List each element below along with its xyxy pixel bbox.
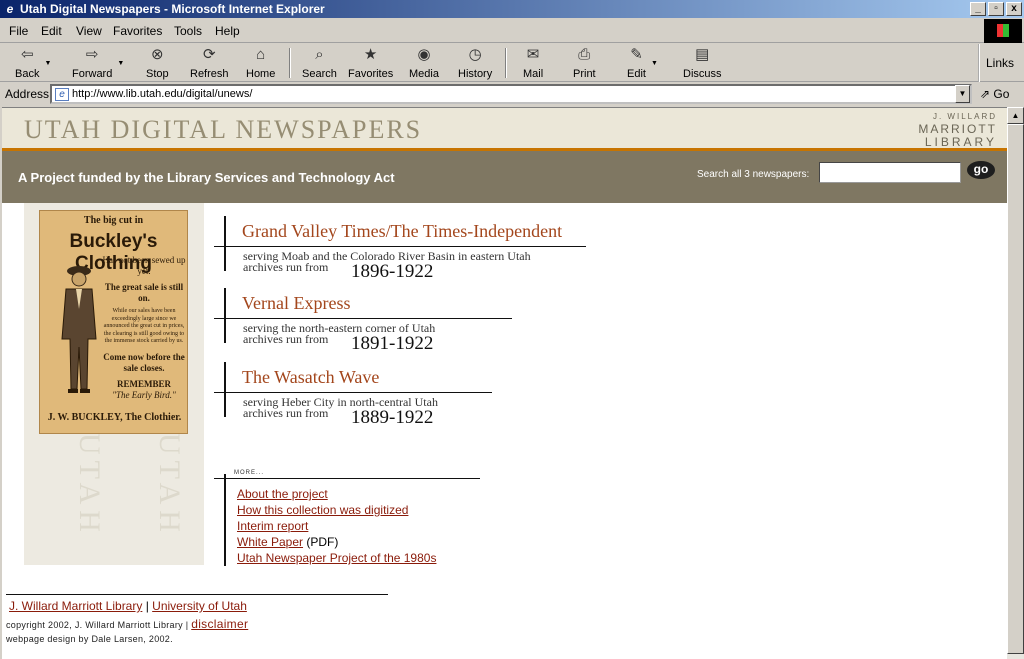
page-header: UTAH DIGITAL NEWSPAPERS J. WILLARD MARRI… — [2, 108, 1007, 148]
address-dropdown-button[interactable]: ▼ — [955, 85, 970, 103]
newspaper-project-1980s-link[interactable]: Utah Newspaper Project of the 1980s — [237, 551, 436, 565]
go-button[interactable]: ⇗ Go — [980, 87, 1009, 101]
maximize-button[interactable]: ▫ — [988, 2, 1004, 16]
newspaper-title-link[interactable]: The Wasatch Wave — [242, 367, 379, 388]
back-arrow-icon: ⇦ — [20, 46, 34, 63]
ie-logo-icon: e — [6, 2, 14, 16]
menu-file[interactable]: File — [9, 24, 28, 38]
marriott-library-link[interactable]: J. Willard Marriott Library — [9, 599, 142, 613]
edit-dropdown-icon[interactable]: ▼ — [651, 60, 658, 67]
minimize-button[interactable]: _ — [970, 2, 986, 16]
favorites-icon: ★ — [363, 46, 378, 63]
page-viewport: UTAH DIGITAL NEWSPAPERS J. WILLARD MARRI… — [2, 107, 1007, 659]
mail-icon: ✉ — [526, 46, 540, 63]
mail-button[interactable]: ✉ Mail — [523, 46, 543, 80]
more-label: MORE... — [234, 470, 265, 476]
forward-button[interactable]: ⇨ Forward ▼ — [72, 46, 124, 80]
project-band: A Project funded by the Library Services… — [2, 151, 1007, 203]
stop-button[interactable]: ⊗ Stop — [146, 46, 169, 80]
page-icon: e — [55, 88, 69, 101]
windows-logo-icon — [984, 19, 1022, 43]
archives-label: archives run from — [243, 260, 329, 274]
list-item: Utah Newspaper Project of the 1980s — [237, 550, 436, 566]
buckley-clothing-advertisement: The big cut in Buckley's Clothing Has no… — [39, 210, 188, 434]
university-of-utah-link[interactable]: University of Utah — [152, 599, 247, 613]
edit-button[interactable]: ✎ Edit ▼ — [627, 46, 658, 80]
pdf-label: (PDF) — [303, 535, 339, 549]
menu-favorites[interactable]: Favorites — [113, 24, 162, 38]
discuss-icon: ▤ — [695, 46, 710, 63]
search-label: Search all 3 newspapers: — [697, 169, 810, 180]
menu-bar: File Edit View Favorites Tools Help — [0, 18, 1024, 43]
address-url: http://www.lib.utah.edu/digital/unews/ — [72, 88, 253, 100]
stop-icon: ⊗ — [151, 46, 164, 63]
edit-icon: ✎ — [630, 46, 643, 63]
address-bar: Address e http://www.lib.utah.edu/digita… — [0, 82, 1024, 106]
about-project-link[interactable]: About the project — [237, 487, 328, 501]
archives-label: archives run from — [243, 406, 329, 420]
menu-edit[interactable]: Edit — [41, 24, 62, 38]
man-in-suit-illustration — [61, 266, 97, 393]
toolbar-separator — [289, 48, 291, 78]
refresh-icon: ⟳ — [202, 46, 216, 63]
history-icon: ◷ — [468, 46, 482, 63]
disclaimer-link[interactable]: disclaimer — [191, 617, 248, 631]
discuss-button[interactable]: ▤ Discuss — [683, 46, 722, 80]
newspaper-title-link[interactable]: Vernal Express — [242, 293, 350, 314]
left-column: UTAH UTAH UTAH UTAH The big cut in Buckl… — [24, 203, 204, 565]
toolbar-separator — [505, 48, 507, 78]
go-arrow-icon: ⇗ — [980, 87, 991, 101]
site-title: UTAH DIGITAL NEWSPAPERS — [24, 115, 423, 144]
newspaper-title-link[interactable]: Grand Valley Times/The Times-Independent — [242, 221, 562, 242]
address-input[interactable]: e http://www.lib.utah.edu/digital/unews/ — [50, 84, 972, 104]
more-links-list: About the project How this collection wa… — [237, 486, 436, 566]
white-paper-link[interactable]: White Paper — [237, 535, 303, 549]
home-button[interactable]: ⌂ Home — [246, 46, 275, 80]
archive-years: 1896-1922 — [351, 261, 434, 282]
search-go-button[interactable]: go — [967, 161, 995, 179]
window-titlebar: e Utah Digital Newspapers - Microsoft In… — [0, 0, 1024, 18]
media-button[interactable]: ◉ Media — [409, 46, 439, 80]
favorites-button[interactable]: ★ Favorites — [348, 46, 393, 80]
list-item: Interim report — [237, 518, 436, 534]
archive-years: 1889-1922 — [351, 407, 434, 428]
scroll-up-button[interactable]: ▲ — [1007, 107, 1024, 124]
project-statement: A Project funded by the Library Services… — [18, 170, 395, 185]
search-button[interactable]: ⌕ Search — [302, 46, 337, 80]
advertisement-text: Has not been sewed up yet. The great sal… — [102, 255, 186, 401]
digitization-link[interactable]: How this collection was digitized — [237, 503, 408, 517]
menu-tools[interactable]: Tools — [174, 24, 202, 38]
back-dropdown-icon[interactable]: ▼ — [45, 60, 52, 67]
history-button[interactable]: ◷ History — [458, 46, 492, 80]
marriott-library-logo[interactable]: J. WILLARD MARRIOTT LIBRARY — [918, 113, 997, 149]
list-item: How this collection was digitized — [237, 502, 436, 518]
list-item: About the project — [237, 486, 436, 502]
close-button[interactable]: x — [1006, 2, 1022, 16]
home-icon: ⌂ — [256, 46, 266, 63]
list-item: White Paper (PDF) — [237, 534, 436, 550]
menu-help[interactable]: Help — [215, 24, 240, 38]
window-title: Utah Digital Newspapers - Microsoft Inte… — [20, 2, 325, 16]
menu-view[interactable]: View — [76, 24, 102, 38]
printer-icon: ⎙ — [578, 46, 591, 63]
media-icon: ◉ — [417, 46, 431, 63]
design-credit: webpage design by Dale Larsen, 2002. — [6, 634, 173, 644]
forward-dropdown-icon[interactable]: ▼ — [117, 60, 124, 67]
vertical-scrollbar[interactable]: ▲ — [1007, 107, 1024, 659]
print-button[interactable]: ⎙ Print — [573, 46, 596, 80]
back-button[interactable]: ⇦ Back ▼ — [15, 46, 51, 80]
search-input[interactable] — [819, 162, 961, 183]
copyright-text: copyright 2002, J. Willard Marriott Libr… — [6, 620, 183, 630]
refresh-button[interactable]: ⟳ Refresh — [190, 46, 229, 80]
standard-toolbar: ⇦ Back ▼ ⇨ Forward ▼ ⊗ Stop ⟳ Refresh ⌂ … — [0, 44, 1024, 82]
archives-label: archives run from — [243, 332, 329, 346]
links-button[interactable]: Links — [978, 44, 1024, 82]
window-controls: _ ▫ x — [970, 2, 1022, 16]
address-label: Address — [5, 87, 50, 101]
interim-report-link[interactable]: Interim report — [237, 519, 308, 533]
search-icon: ⌕ — [315, 46, 324, 63]
forward-arrow-icon: ⇨ — [85, 46, 99, 63]
archive-years: 1891-1922 — [351, 333, 434, 354]
scroll-thumb[interactable] — [1007, 124, 1024, 654]
